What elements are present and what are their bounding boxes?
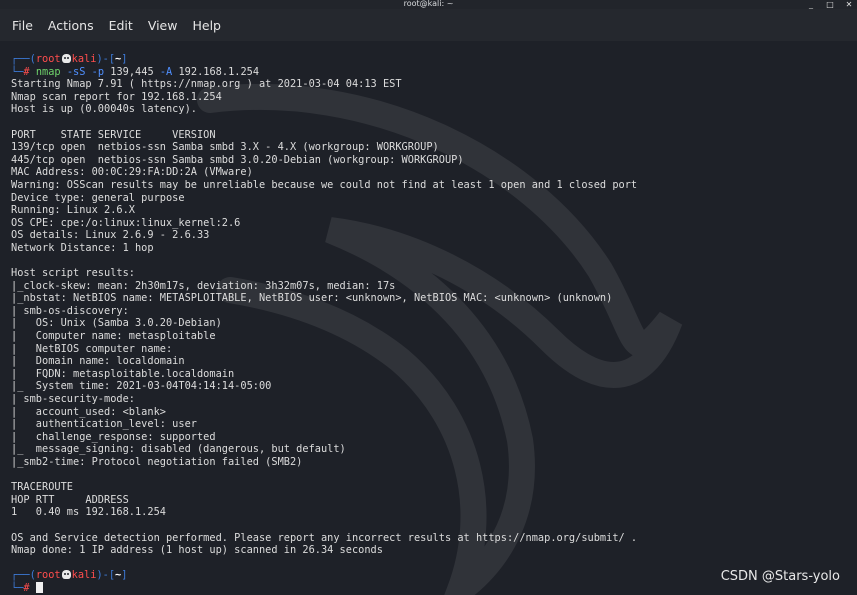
menu-file[interactable]: File — [12, 18, 33, 33]
output-line: 1 0.40 ms 192.168.1.254 — [11, 506, 166, 519]
menu-view[interactable]: View — [148, 18, 178, 33]
output-line: |_clock-skew: mean: 2h30m17s, deviation:… — [11, 279, 396, 292]
menu-help[interactable]: Help — [192, 18, 221, 33]
output-line: Device type: general purpose — [11, 191, 185, 204]
menu-edit[interactable]: Edit — [109, 18, 133, 33]
command-output: Starting Nmap 7.91 ( https://nmap.org ) … — [11, 78, 857, 569]
output-line: |_ message_signing: disabled (dangerous,… — [11, 443, 346, 456]
output-line: |_ System time: 2021-03-04T04:14:14-05:0… — [11, 380, 272, 393]
minimize-icon[interactable]: _ — [807, 0, 815, 9]
prompt-symbol: # — [23, 65, 30, 78]
output-line: MAC Address: 00:0C:29:FA:DD:2A (VMware) — [11, 166, 253, 179]
output-line: Running: Linux 2.6.X — [11, 204, 135, 217]
command-name: nmap — [35, 65, 61, 78]
output-line: | authentication_level: user — [11, 418, 197, 431]
output-line: OS details: Linux 2.6.9 - 2.6.33 — [11, 229, 210, 242]
output-line: | Domain name: localdomain — [11, 355, 185, 368]
output-line: HOP RTT ADDRESS — [11, 493, 129, 506]
output-line: | OS: Unix (Samba 3.0.20-Debian) — [11, 317, 222, 330]
output-line: 139/tcp open netbios-ssn Samba smbd 3.X … — [11, 141, 439, 154]
maximize-icon[interactable]: □ — [826, 0, 834, 9]
terminal-window: root@kali: ~ _ □ ✕ File Actions Edit Vie… — [0, 0, 857, 595]
output-line: Network Distance: 1 hop — [11, 241, 154, 254]
terminal-output[interactable]: ┌──(root kali)-[~] └─# nmap -sS -p 139,44… — [11, 53, 857, 595]
output-line: | smb-os-discovery: — [11, 304, 135, 317]
output-line: | FQDN: metasploitable.localdomain — [11, 367, 235, 380]
output-line: Warning: OSScan results may be unreliabl… — [11, 178, 638, 191]
menu-actions[interactable]: Actions — [48, 18, 94, 33]
output-line: | account_used: <blank> — [11, 405, 166, 418]
output-line: OS CPE: cpe:/o:linux:linux_kernel:2.6 — [11, 216, 241, 229]
menu-bar: File Actions Edit View Help — [0, 9, 857, 41]
window-controls: _ □ ✕ — [807, 0, 853, 9]
output-line: |_nbstat: NetBIOS name: METASPLOITABLE, … — [11, 292, 613, 305]
output-line: Host script results: — [11, 267, 135, 280]
output-line: PORT STATE SERVICE VERSION — [11, 128, 216, 141]
output-line: Starting Nmap 7.91 ( https://nmap.org ) … — [11, 78, 402, 91]
output-line: Nmap done: 1 IP address (1 host up) scan… — [11, 544, 383, 557]
output-line: OS and Service detection performed. Plea… — [11, 531, 638, 544]
skull-icon — [61, 570, 71, 580]
close-icon[interactable]: ✕ — [845, 0, 853, 9]
csdn-watermark: CSDN @Stars-yolo — [720, 569, 840, 584]
output-line: 445/tcp open netbios-ssn Samba smbd 3.0.… — [11, 153, 464, 166]
output-line: | NetBIOS computer name: — [11, 342, 179, 355]
command-line: └─# nmap -sS -p 139,445 -A 192.168.1.254 — [11, 65, 260, 78]
output-line: | Computer name: metasploitable — [11, 330, 216, 343]
prompt-user: root — [35, 53, 61, 65]
skull-icon — [61, 54, 71, 63]
prompt-line-top: ┌──(root kali)-[~] — [11, 53, 128, 65]
output-line: |_smb2-time: Protocol negotiation failed… — [11, 456, 303, 468]
title-bar: root@kali: ~ _ □ ✕ — [0, 0, 857, 9]
prompt-host: kali — [71, 53, 97, 65]
output-line: TRACEROUTE — [11, 481, 73, 494]
output-line: Nmap scan report for 192.168.1.254 — [11, 90, 222, 103]
output-line: Host is up (0.00040s latency). — [11, 103, 197, 116]
window-title: root@kali: ~ — [403, 0, 454, 8]
text-cursor — [35, 581, 43, 593]
output-line: | challenge_response: supported — [11, 430, 216, 443]
output-line: | smb-security-mode: — [11, 393, 142, 406]
